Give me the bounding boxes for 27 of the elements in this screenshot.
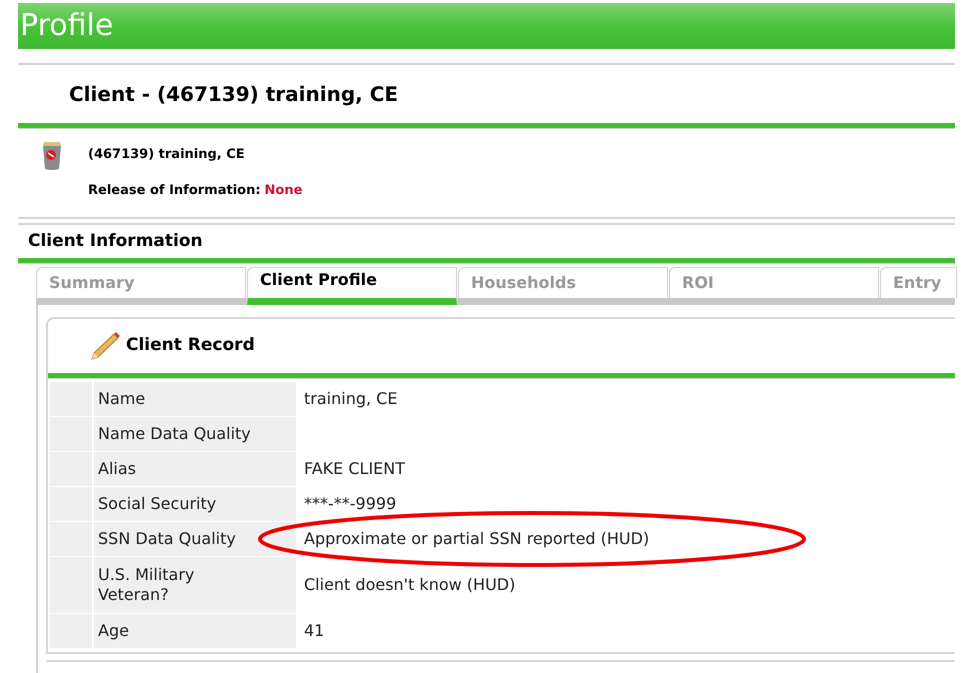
roi-label: Release of Information: <box>88 182 261 200</box>
field-value: Approximate or partial SSN reported (HUD) <box>304 528 650 550</box>
trash-can-icon <box>40 139 64 171</box>
tab[interactable]: Summary <box>36 267 246 298</box>
field-label: SSN Data Quality <box>94 522 296 556</box>
tab[interactable]: Entry <box>880 267 957 298</box>
field-value: training, CE <box>304 388 398 410</box>
field-label: Name <box>94 382 296 416</box>
field-value: Client doesn't know (HUD) <box>304 574 516 596</box>
pencil-icon <box>88 331 120 361</box>
field-value: FAKE CLIENT <box>304 458 406 480</box>
record-title: Client Record <box>126 334 255 358</box>
section-title: Client Information <box>28 230 203 253</box>
page-title: Profile <box>20 11 114 41</box>
field-label: Age <box>94 614 296 648</box>
tab[interactable]: Client Profile <box>247 267 457 305</box>
field-label: Alias <box>94 452 296 486</box>
field-label: U.S. Military Veteran? <box>94 557 296 613</box>
field-value: ***-**-9999 <box>304 493 396 515</box>
roi-value: None <box>264 182 302 200</box>
client-name: (467139) training, CE <box>88 146 246 164</box>
field-value: 41 <box>304 620 324 642</box>
client-heading: Client - (467139) training, CE <box>69 81 398 108</box>
field-label: Social Security <box>94 487 296 521</box>
tab[interactable]: ROI <box>669 267 879 298</box>
field-label: Name Data Quality <box>94 417 296 451</box>
tab[interactable]: Households <box>458 267 668 298</box>
